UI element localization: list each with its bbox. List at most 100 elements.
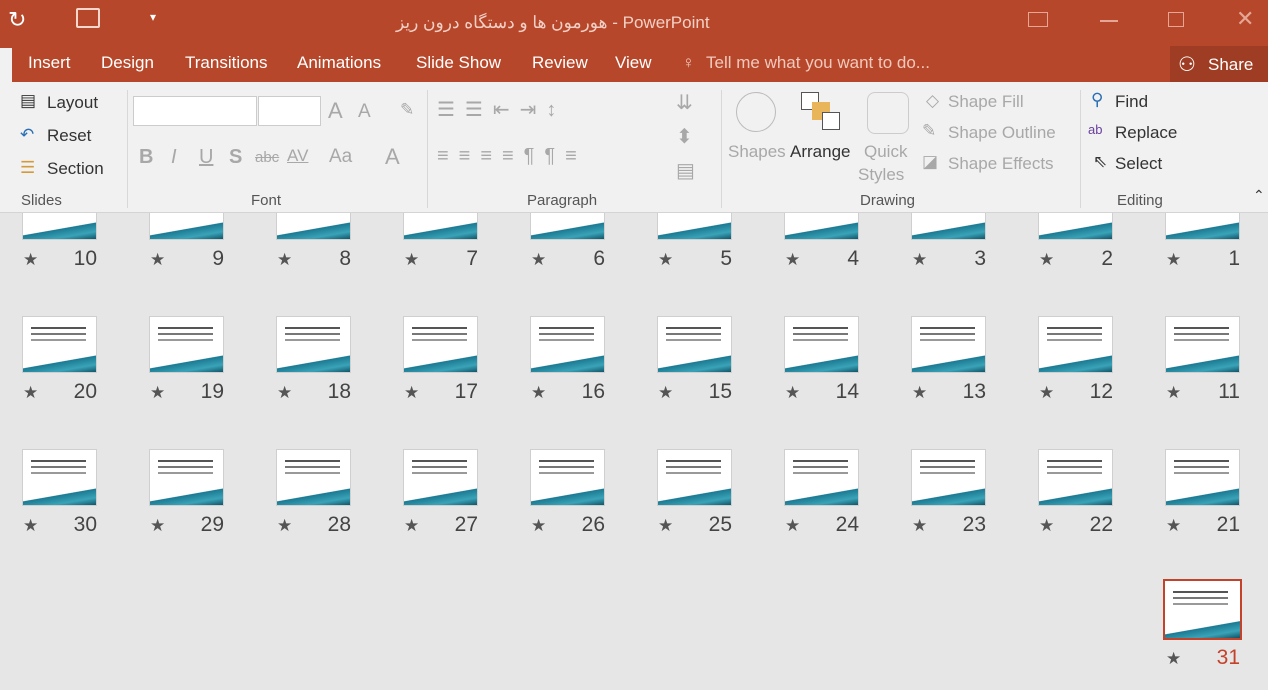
character-spacing-button[interactable]: AV [287,146,308,166]
transition-star-icon[interactable]: ★ [785,250,800,270]
align-icons[interactable]: ≡≡≡≡¶¶≡ [437,145,587,168]
transition-star-icon[interactable]: ★ [1039,383,1054,403]
slide-thumbnail[interactable] [1165,449,1240,506]
transition-star-icon[interactable]: ★ [531,516,546,536]
transition-star-icon[interactable]: ★ [531,383,546,403]
slide-thumbnail[interactable] [149,449,224,506]
font-name-input[interactable] [133,96,257,126]
tab-design[interactable]: Design [101,53,154,73]
transition-star-icon[interactable]: ★ [23,516,38,536]
transition-star-icon[interactable]: ★ [912,516,927,536]
strikethrough-button[interactable]: abc [255,149,279,166]
maximize-icon[interactable] [1168,12,1184,27]
transition-star-icon[interactable]: ★ [531,250,546,270]
slide-thumbnail[interactable] [911,316,986,373]
transition-star-icon[interactable]: ★ [1166,250,1181,270]
customize-qat-icon[interactable]: ▾ [150,10,156,24]
shadow-button[interactable]: S [229,146,242,169]
shapes-button[interactable]: Shapes [728,142,786,162]
underline-button[interactable]: U [199,146,213,169]
slide-thumbnail[interactable] [657,316,732,373]
slide-thumbnail[interactable] [22,449,97,506]
collapse-ribbon-icon[interactable]: ⌃ [1253,187,1265,204]
transition-star-icon[interactable]: ★ [150,516,165,536]
slide-thumbnail[interactable] [911,449,986,506]
shape-effects-button[interactable]: Shape Effects [948,154,1054,174]
transition-star-icon[interactable]: ★ [1166,516,1181,536]
minimize-icon[interactable] [1100,20,1118,22]
quick-styles-button[interactable]: Quick [864,142,907,162]
change-case-button[interactable]: Aa [329,146,352,168]
transition-star-icon[interactable]: ★ [658,383,673,403]
slide-thumbnail[interactable] [276,316,351,373]
transition-star-icon[interactable]: ★ [658,250,673,270]
share-button[interactable]: ⚇ Share [1170,46,1268,82]
slide-thumbnail[interactable] [784,449,859,506]
slide-thumbnail[interactable] [1163,579,1242,640]
replace-button[interactable]: Replace [1115,123,1177,143]
section-button[interactable]: Section [47,159,104,179]
transition-star-icon[interactable]: ★ [404,516,419,536]
present-from-start-icon[interactable] [76,8,100,28]
slide-thumbnail[interactable] [530,316,605,373]
slide-thumbnail[interactable] [1038,449,1113,506]
transition-star-icon[interactable]: ★ [1166,649,1181,669]
slide-thumbnail[interactable] [403,316,478,373]
slide-thumbnail[interactable] [784,316,859,373]
shape-outline-button[interactable]: Shape Outline [948,123,1056,143]
tab-slide-show[interactable]: Slide Show [416,53,501,73]
slide-thumbnail[interactable] [1165,316,1240,373]
shape-fill-button[interactable]: Shape Fill [948,92,1024,112]
slide-thumbnail[interactable] [403,449,478,506]
transition-star-icon[interactable]: ★ [785,516,800,536]
layout-button[interactable]: Layout [47,93,98,113]
list-icons[interactable]: ☰☰⇤⇥↕ [437,97,566,122]
reset-button[interactable]: Reset [47,126,91,146]
transition-star-icon[interactable]: ★ [23,250,38,270]
italic-button[interactable]: I [171,146,177,169]
tab-insert[interactable]: Insert [28,53,71,73]
transition-star-icon[interactable]: ★ [277,516,292,536]
tab-review[interactable]: Review [532,53,588,73]
tab-transitions[interactable]: Transitions [185,53,268,73]
slide-thumbnail[interactable] [22,316,97,373]
find-button[interactable]: Find [1115,92,1148,112]
tell-me-input[interactable]: Tell me what you want to do... [706,53,930,73]
transition-star-icon[interactable]: ★ [404,250,419,270]
transition-star-icon[interactable]: ★ [912,250,927,270]
arrange-button[interactable]: Arrange [790,142,850,162]
bold-button[interactable]: B [139,146,153,169]
slide-thumbnail[interactable] [276,449,351,506]
slide-thumbnail[interactable] [149,316,224,373]
ribbon-display-icon[interactable] [1028,12,1048,27]
transition-star-icon[interactable]: ★ [1039,516,1054,536]
transition-star-icon[interactable]: ★ [150,250,165,270]
transition-star-icon[interactable]: ★ [785,383,800,403]
transition-star-icon[interactable]: ★ [658,516,673,536]
slide-thumbnail[interactable] [657,449,732,506]
text-direction-icon[interactable]: ⇊ [676,90,693,115]
tab-animations[interactable]: Animations [297,53,381,73]
grow-font-icon[interactable]: A [328,98,343,124]
slide-thumbnail[interactable] [530,449,605,506]
tab-view[interactable]: View [615,53,652,73]
smartart-icon[interactable]: ▤ [676,158,695,183]
transition-star-icon[interactable]: ★ [404,383,419,403]
transition-star-icon[interactable]: ★ [1166,383,1181,403]
clear-formatting-icon[interactable]: ✎ [400,100,414,120]
close-icon[interactable]: ✕ [1236,6,1254,32]
tab-home-edge[interactable] [0,48,12,82]
transition-star-icon[interactable]: ★ [150,383,165,403]
slide-thumbnail[interactable] [1038,316,1113,373]
shrink-font-icon[interactable]: A [358,101,371,123]
transition-star-icon[interactable]: ★ [1039,250,1054,270]
select-button[interactable]: Select [1115,154,1162,174]
transition-star-icon[interactable]: ★ [23,383,38,403]
font-size-input[interactable] [258,96,321,126]
transition-star-icon[interactable]: ★ [277,250,292,270]
transition-star-icon[interactable]: ★ [912,383,927,403]
transition-star-icon[interactable]: ★ [277,383,292,403]
redo-icon[interactable]: ↻ [8,7,26,33]
font-color-button[interactable]: A [385,144,400,170]
align-text-icon[interactable]: ⬍ [676,124,693,149]
